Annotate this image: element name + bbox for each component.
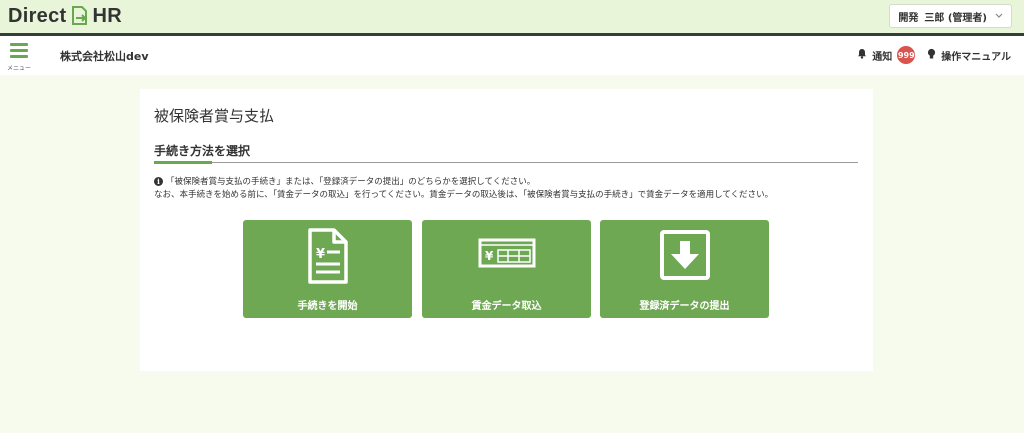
hamburger-icon — [10, 43, 28, 46]
svg-text:¥: ¥ — [485, 249, 494, 263]
hamburger-icon-bar — [10, 55, 28, 58]
info-text-2: なお、本手続きを始める前に、「賃金データの取込」を行ってください。賃金データの取… — [154, 190, 774, 200]
section-divider — [154, 162, 858, 163]
download-icon — [600, 228, 769, 284]
yen-card-icon: ¥ — [422, 228, 591, 284]
notification-count-badge: 999 — [897, 46, 916, 64]
logo-document-icon — [69, 5, 91, 27]
notifications-label: 通知 — [872, 51, 893, 63]
logo-text-left: Direct — [8, 4, 67, 27]
menu-button[interactable]: メニュー — [7, 43, 32, 72]
page-title: 被保険者賞与支払 — [154, 107, 275, 125]
info-text-1: 「被保険者賞与支払の手続き」または、「登録済データの提出」のどちらかを選択してく… — [166, 177, 536, 187]
app-logo[interactable]: Direct HR — [8, 5, 122, 27]
main-card: 被保険者賞与支払 手続き方法を選択 i 「被保険者賞与支払の手続き」または、「登… — [140, 89, 873, 371]
action-label: 登録済データの提出 — [639, 301, 730, 312]
info-line-1: i 「被保険者賞与支払の手続き」または、「登録済データの提出」のどちらかを選択し… — [154, 175, 535, 187]
manual-link[interactable]: 操作マニュアル — [927, 48, 1011, 63]
environment-label: 開発 — [898, 12, 919, 24]
user-name: 三郎 (管理者) — [924, 12, 987, 24]
submit-registered-data-button[interactable]: 登録済データの提出 — [600, 220, 769, 318]
section-accent-bar — [154, 161, 212, 164]
logo-text-right: HR — [92, 4, 122, 27]
top-bar: Direct HR 開発 三郎 (管理者) — [0, 0, 1024, 33]
user-menu[interactable]: 開発 三郎 (管理者) — [889, 4, 1012, 28]
menu-label: メニュー — [7, 65, 32, 72]
import-wage-data-button[interactable]: ¥ 賃金データ取込 — [422, 220, 591, 318]
action-label: 手続きを開始 — [297, 301, 358, 312]
bell-icon — [857, 48, 867, 62]
manual-label: 操作マニュアル — [941, 51, 1011, 63]
chevron-down-icon — [995, 11, 1003, 22]
hamburger-icon-bar — [10, 49, 28, 52]
action-label: 賃金データ取込 — [471, 301, 542, 312]
yen-document-icon: ¥ — [243, 228, 412, 284]
start-procedure-button[interactable]: ¥ 手続きを開始 — [243, 220, 412, 318]
section-title: 手続き方法を選択 — [154, 144, 251, 158]
svg-text:¥: ¥ — [316, 247, 325, 262]
lightbulb-icon — [927, 48, 936, 63]
info-icon: i — [154, 176, 163, 186]
app-header: メニュー 株式会社松山dev 通知 999 操作マニュアル — [0, 36, 1024, 75]
notifications-button[interactable]: 通知 999 — [857, 46, 916, 64]
header-actions: 通知 999 操作マニュアル — [857, 45, 1011, 65]
company-name: 株式会社松山dev — [60, 50, 149, 63]
